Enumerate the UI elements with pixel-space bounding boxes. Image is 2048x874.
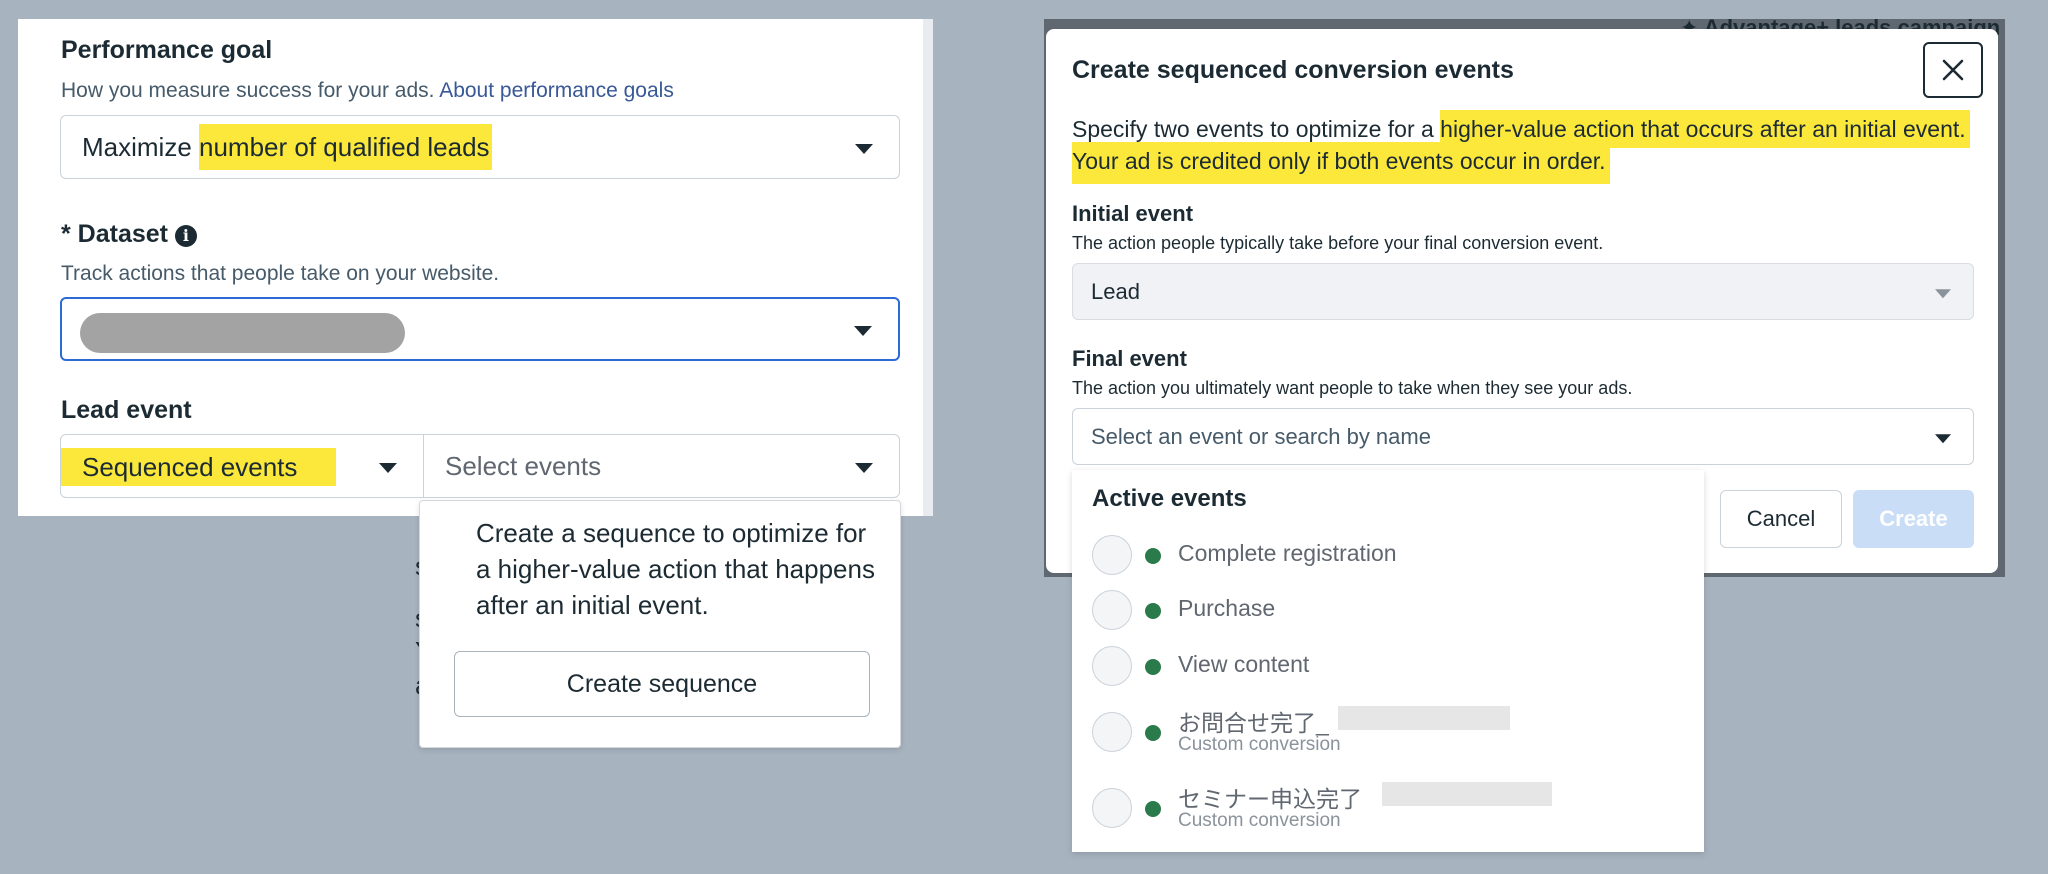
chevron-down-icon <box>1935 288 1951 298</box>
chevron-down-icon <box>379 463 397 473</box>
lead-event-title: Lead event <box>61 396 192 424</box>
final-event-placeholder: Select an event or search by name <box>1091 423 1431 449</box>
initial-event-value: Lead <box>1091 278 1140 304</box>
create-button[interactable]: Create <box>1853 490 1974 548</box>
popover-description: Create a sequence to optimize for a high… <box>476 518 875 620</box>
final-event-subtitle: The action you ultimately want people to… <box>1072 378 1633 398</box>
event-option[interactable]: Complete registration <box>1092 535 1692 577</box>
event-option[interactable]: Purchase <box>1092 590 1692 632</box>
redacted-dataset-value <box>80 313 405 353</box>
active-events-heading: Active events <box>1092 485 1247 512</box>
final-event-options-list: Active events Complete registration Purc… <box>1072 470 1704 852</box>
radio-button[interactable] <box>1092 712 1132 752</box>
performance-goal-value-prefix: Maximize <box>82 131 200 162</box>
radio-button[interactable] <box>1092 590 1132 630</box>
chevron-down-icon <box>854 326 872 336</box>
sequence-popover: Create a sequence to optimize for a high… <box>419 500 901 748</box>
event-option-label: お問合せ完了_ <box>1178 710 1329 736</box>
lead-event-type-value: Sequenced events <box>61 448 336 486</box>
performance-goal-value-highlight: number of qualified leads <box>199 123 492 170</box>
info-icon[interactable]: i <box>174 224 197 247</box>
performance-goal-subtitle-text: How you measure success for your ads. <box>61 79 435 102</box>
final-event-select[interactable]: Select an event or search by name <box>1072 408 1974 465</box>
cancel-button[interactable]: Cancel <box>1720 490 1842 548</box>
lead-events-placeholder: Select events <box>445 450 602 481</box>
dataset-title-text: * Dataset <box>61 220 168 248</box>
event-option[interactable]: View content <box>1092 646 1692 688</box>
event-option-label: セミナー申込完了 <box>1178 786 1362 812</box>
radio-button[interactable] <box>1092 788 1132 828</box>
chevron-down-icon <box>855 463 873 473</box>
close-button[interactable] <box>1923 42 1983 98</box>
create-sequence-button[interactable]: Create sequence <box>454 651 870 717</box>
about-performance-goals-link[interactable]: About performance goals <box>439 79 674 102</box>
event-option[interactable]: お問合せ完了_ Custom conversion <box>1092 706 1692 755</box>
active-status-icon <box>1145 548 1161 564</box>
dataset-subtitle: Track actions that people take on your w… <box>61 262 500 285</box>
dialog-title: Create sequenced conversion events <box>1072 56 1514 84</box>
active-status-icon <box>1145 725 1161 741</box>
initial-event-select[interactable]: Lead <box>1072 263 1974 320</box>
event-option-label: Complete registration <box>1178 540 1397 566</box>
dialog-description-highlight: Your ad is credited only if both events … <box>1072 142 1610 184</box>
radio-button[interactable] <box>1092 646 1132 686</box>
dataset-title: * Dataset i <box>61 220 197 249</box>
redacted-text <box>1338 706 1510 730</box>
lead-events-select[interactable]: Select events <box>423 434 900 498</box>
performance-goal-title: Performance goal <box>61 36 273 64</box>
dataset-select[interactable] <box>60 297 900 361</box>
dialog-description-text: Specify two events to optimize for a <box>1072 116 1441 142</box>
event-option-label: View content <box>1178 651 1310 677</box>
campaign-settings-panel: Performance goal How you measure success… <box>18 19 933 516</box>
lead-event-type-select[interactable]: Sequenced events <box>60 434 424 498</box>
initial-event-subtitle: The action people typically take before … <box>1072 233 1604 253</box>
panel-edge <box>923 19 933 516</box>
event-option-type: Custom conversion <box>1178 810 1341 831</box>
final-event-label: Final event <box>1072 346 1187 371</box>
performance-goal-subtitle: How you measure success for your ads. Ab… <box>61 79 674 103</box>
event-option-label: Purchase <box>1178 595 1276 621</box>
chevron-down-icon <box>855 144 873 154</box>
active-status-icon <box>1145 659 1161 675</box>
redacted-text <box>1382 782 1552 806</box>
chevron-down-icon <box>1935 433 1951 443</box>
event-option[interactable]: セミナー申込完了 Custom conversion <box>1092 782 1692 831</box>
event-option-type: Custom conversion <box>1178 734 1341 755</box>
close-icon <box>1942 59 1964 81</box>
active-status-icon <box>1145 603 1161 619</box>
performance-goal-value: Maximize number of qualified leads <box>82 123 492 170</box>
initial-event-label: Initial event <box>1072 201 1194 226</box>
radio-button[interactable] <box>1092 535 1132 575</box>
performance-goal-select[interactable]: Maximize number of qualified leads <box>60 115 900 179</box>
active-status-icon <box>1145 801 1161 817</box>
dialog-description: Specify two events to optimize for a hig… <box>1072 110 1982 184</box>
